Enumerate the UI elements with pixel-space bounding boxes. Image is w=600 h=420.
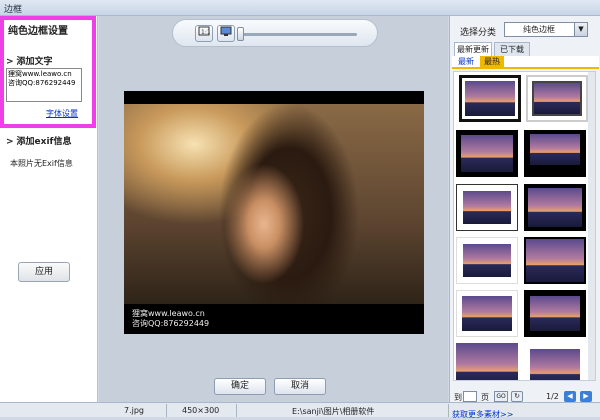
go-button[interactable]: GO [494,391,508,402]
svg-text:1:1: 1:1 [201,29,210,36]
frame-thumbnail[interactable] [456,237,518,284]
watermark-text-input[interactable]: 狸窝www.leawo.cn 咨询QQ:876292449 [6,68,82,102]
photo-preview: 狸窝www.leawo.cn 咨询QQ:876292449 [124,91,424,334]
frame-thumbnail[interactable] [524,290,586,337]
add-exif-section[interactable]: > 添加exif信息 [6,134,71,147]
fit-screen-icon[interactable]: 1:1 [195,25,213,42]
panel-title: 纯色边框设置 [8,26,68,37]
page-input[interactable] [463,391,477,402]
tab-newest[interactable]: 最新 [454,56,478,69]
no-exif-message: 本照片无Exif信息 [10,159,73,168]
frame-thumbnail-grid [453,71,596,381]
watermark-line-2: 咨询QQ:876292449 [132,319,210,328]
settings-panel: 纯色边框设置 > 添加文字 狸窝www.leawo.cn 咨询QQ:8762924… [0,16,98,402]
thumbnail-scrollbar[interactable] [588,72,595,380]
status-filename: 7.jpg [124,406,145,415]
chevron-right-icon: > [6,57,14,67]
frame-thumbnail[interactable] [524,237,586,284]
title-bar: 边框 [0,0,600,16]
font-settings-link[interactable]: 字体设置 [46,108,78,119]
status-dimensions: 450×300 [182,406,220,415]
frame-thumbnail[interactable] [524,343,586,380]
monitor-icon[interactable] [217,25,235,42]
zoom-toolbar: 1:1 [172,19,378,47]
frame-thumbnail[interactable] [524,130,586,177]
add-text-label: 添加文字 [16,57,53,67]
add-text-section[interactable]: > 添加文字 [6,54,53,67]
apply-button[interactable]: 应用 [18,262,70,282]
prev-page-icon[interactable]: ◀ [564,391,576,402]
zoom-slider-handle[interactable] [237,27,244,41]
portrait-image [124,104,424,304]
chevron-right-icon: > [6,137,14,147]
frame-thumbnail[interactable] [459,75,521,122]
status-path: E:\sanji\图片\相册软件 [292,407,375,416]
refresh-icon[interactable]: ↻ [511,391,523,402]
next-page-icon[interactable]: ▶ [580,391,592,402]
tab-hottest[interactable]: 最热 [480,56,504,69]
tab-latest-updates[interactable]: 最新更新 [454,42,492,56]
frame-thumbnail[interactable] [456,184,518,231]
frame-thumbnail[interactable] [456,130,518,177]
frame-thumbnail[interactable] [526,75,588,122]
get-more-link[interactable]: 获取更多素材>> [452,409,513,420]
frame-thumbnail[interactable] [524,184,586,231]
zoom-slider-track[interactable] [239,33,357,36]
add-exif-label: 添加exif信息 [16,137,72,147]
category-value: 纯色边框 [523,25,555,34]
frame-thumbnail[interactable] [456,343,518,380]
ok-button[interactable]: 确定 [214,378,266,395]
category-select[interactable]: 纯色边框 ▼ [504,22,588,37]
preview-area: 1:1 狸窝www.leawo.cn 咨询QQ:876292449 确定 取消 [99,16,448,402]
page-indicator: 1/2 [546,392,559,401]
window-title: 边框 [4,5,23,15]
frame-library-panel: 选择分类 纯色边框 ▼ 最新更新 已下载 最新 最热 到 页 GO ↻ 1/2 … [449,16,600,402]
category-label: 选择分类 [460,28,497,38]
chevron-down-icon[interactable]: ▼ [574,23,587,36]
tab-downloaded[interactable]: 已下载 [494,42,530,56]
frame-thumbnail[interactable] [456,290,518,337]
cancel-button[interactable]: 取消 [274,378,326,395]
sort-tabs: 最新 最热 [452,56,599,69]
